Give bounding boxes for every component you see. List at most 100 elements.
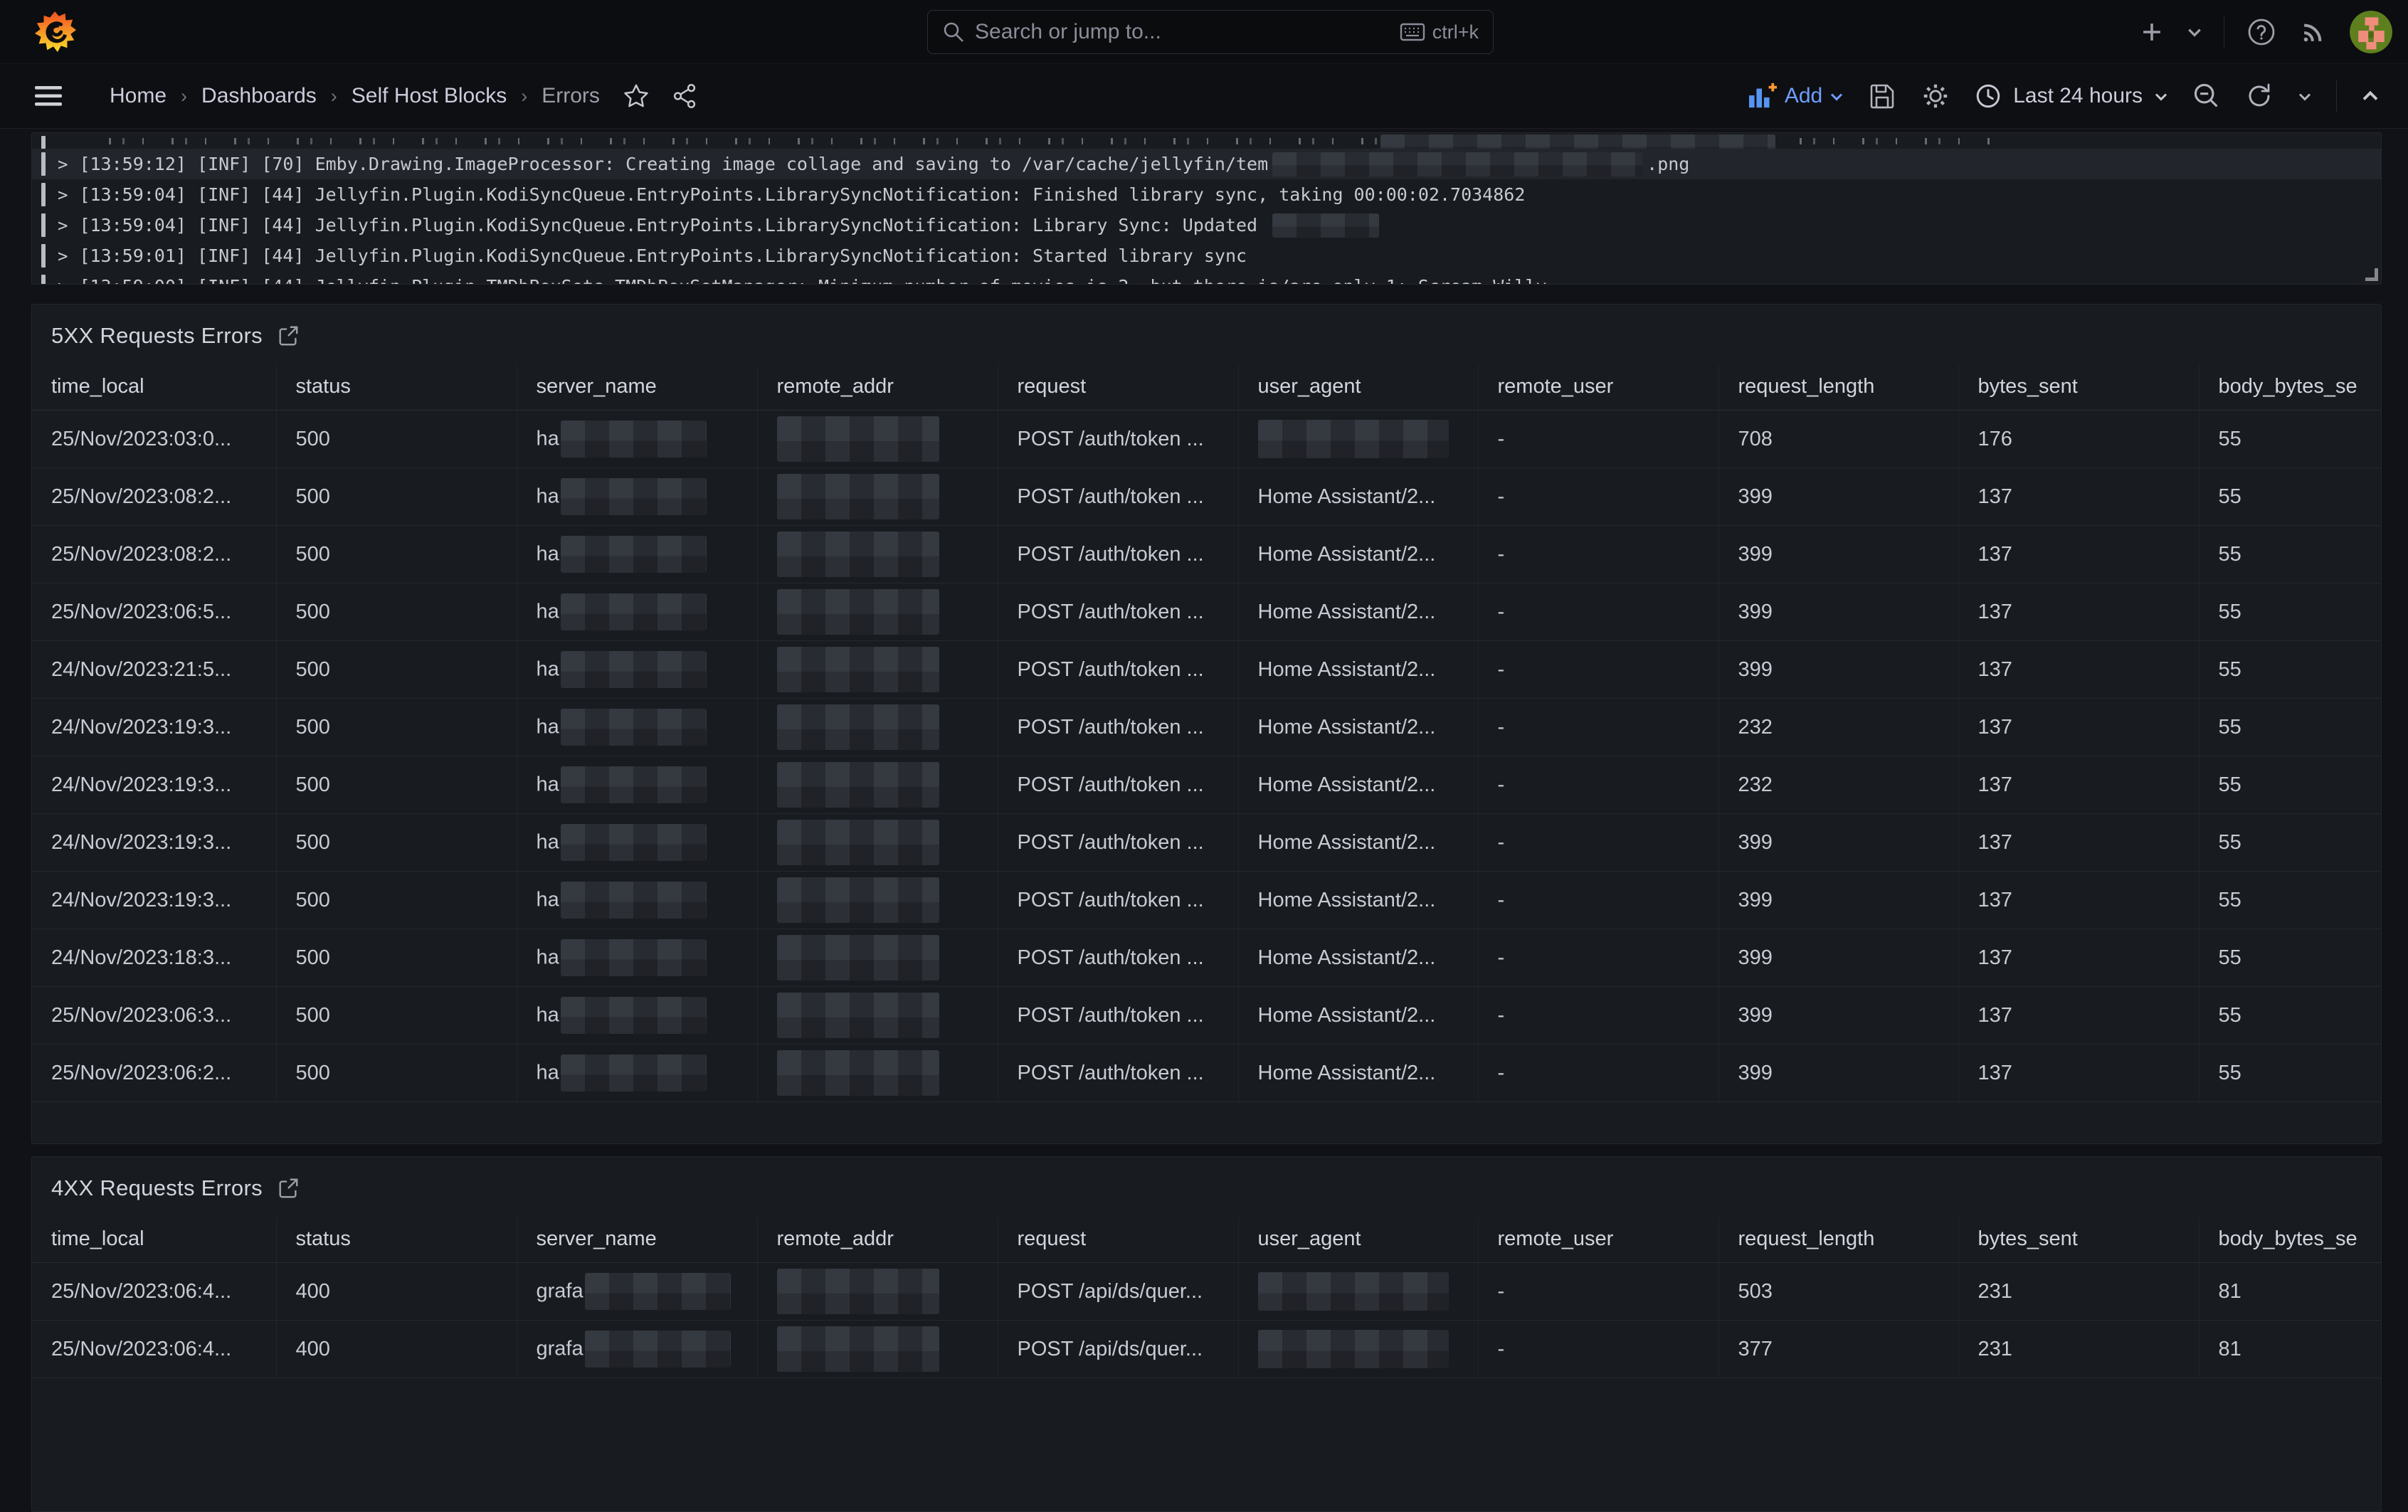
column-header-server_name[interactable]: server_name [517,1217,757,1262]
table-cell: 55 [2199,410,2381,467]
log-row[interactable] [32,133,2381,149]
log-row[interactable]: >[13:59:12] [INF] [70] Emby.Drawing.Imag… [32,149,2381,179]
cell-text: - [1498,1061,1505,1084]
refresh-interval-dropdown[interactable] [2298,91,2312,102]
column-header-request_length[interactable]: request_length [1718,1217,1958,1262]
column-header-time_local[interactable]: time_local [32,1217,276,1262]
column-header-remote_user[interactable]: remote_user [1478,1217,1718,1262]
menu-hamburger-button[interactable] [34,84,63,108]
column-header-time_local[interactable]: time_local [32,364,276,410]
table-cell: 500 [276,871,517,929]
column-header-request[interactable]: request [998,364,1238,410]
panel-resize-handle[interactable] [2365,268,2378,281]
panel-title[interactable]: 5XX Requests Errors [51,323,263,349]
column-header-bytes_sent[interactable]: bytes_sent [1958,364,2199,410]
column-header-remote_addr[interactable]: remote_addr [757,1217,998,1262]
column-header-user_agent[interactable]: user_agent [1238,364,1478,410]
save-dashboard-button[interactable] [1868,82,1896,110]
cell-text: 231 [1978,1279,2012,1302]
column-header-remote_addr[interactable]: remote_addr [757,364,998,410]
table-cell: 55 [2199,871,2381,929]
breadcrumb-self-host-blocks[interactable]: Self Host Blocks [352,84,507,108]
breadcrumb-home[interactable]: Home [110,84,167,108]
cell-text: - [1498,888,1505,911]
cell-text: POST /auth/token ... [1018,1061,1204,1084]
column-header-status[interactable]: status [276,364,517,410]
table-cell: Home Assistant/2... [1238,525,1478,583]
share-button[interactable] [671,83,698,110]
column-header-body_bytes_se[interactable]: body_bytes_se [2199,1217,2381,1262]
add-button-label: Add [1785,84,1822,108]
cell-text: ha [537,1061,559,1084]
cell-text: 137 [1978,888,2012,911]
dashboard-settings-button[interactable] [1921,81,1950,111]
help-button[interactable] [2246,16,2277,48]
time-range-picker[interactable]: Last 24 hours [1975,83,2168,110]
refresh-button[interactable] [2245,82,2274,110]
expand-log-chevron-icon[interactable]: > [58,246,68,266]
breadcrumb-dashboards[interactable]: Dashboards [201,84,317,108]
cell-text: POST /api/ds/quer... [1018,1337,1203,1360]
search-input[interactable] [975,20,1390,44]
news-rss-button[interactable] [2298,17,2328,47]
cell-text: POST /auth/token ... [1018,657,1204,680]
table-cell: - [1478,698,1718,756]
column-header-server_name[interactable]: server_name [517,364,757,410]
expand-log-chevron-icon[interactable]: > [58,154,68,174]
grafana-logo[interactable] [33,10,77,54]
table-cell: 24/Nov/2023:18:3... [32,929,276,986]
expand-log-chevron-icon[interactable]: > [58,185,68,205]
column-header-user_agent[interactable]: user_agent [1238,1217,1478,1262]
log-row[interactable]: >[13:59:00] [INF] [44] Jellyfin.Plugin.T… [32,271,2381,285]
user-avatar[interactable] [2350,11,2392,53]
cell-text: ha [537,657,559,680]
table-cell: POST /auth/token ... [998,1044,1238,1101]
external-link-icon[interactable] [277,1177,300,1200]
cell-text: 232 [1738,773,1773,795]
redacted-cell [777,647,939,692]
column-header-bytes_sent[interactable]: bytes_sent [1958,1217,2199,1262]
new-button[interactable] [2138,18,2165,46]
log-row[interactable]: >[13:59:04] [INF] [44] Jellyfin.Plugin.K… [32,210,2381,240]
column-header-body_bytes_se[interactable]: body_bytes_se [2199,364,2381,410]
redacted-cell [777,820,939,865]
table-cell [757,1262,998,1320]
table-cell: 399 [1718,1044,1958,1101]
cell-text: Home Assistant/2... [1258,946,1436,968]
table-row: 25/Nov/2023:06:5...500haPOST /auth/token… [32,583,2381,640]
column-header-remote_user[interactable]: remote_user [1478,364,1718,410]
expand-log-chevron-icon[interactable]: > [58,216,68,236]
favorite-star-button[interactable] [623,83,650,110]
panel-title[interactable]: 4XX Requests Errors [51,1175,263,1201]
add-button[interactable]: Add [1748,82,1844,110]
cell-text: 500 [296,1003,330,1026]
cell-text: 25/Nov/2023:03:0... [51,427,231,450]
table-cell: - [1478,1044,1718,1101]
redacted-cell [777,474,939,519]
cell-text: 137 [1978,715,2012,738]
log-row[interactable]: >[13:59:04] [INF] [44] Jellyfin.Plugin.K… [32,179,2381,210]
cell-text: 500 [296,1061,330,1084]
table-cell: 500 [276,929,517,986]
breadcrumb-separator: › [521,85,527,107]
cell-text: 500 [296,485,330,507]
table-cell: 24/Nov/2023:19:3... [32,813,276,871]
cell-text: POST /auth/token ... [1018,830,1204,853]
log-row[interactable]: >[13:59:01] [INF] [44] Jellyfin.Plugin.K… [32,240,2381,271]
log-level-bar [41,152,46,176]
collapse-toolbar-button[interactable] [2361,90,2380,102]
cell-text: 137 [1978,542,2012,565]
table-cell: ha [517,410,757,467]
table-row: 24/Nov/2023:19:3...500haPOST /auth/token… [32,698,2381,756]
new-chevron-down-icon[interactable] [2187,26,2202,38]
column-header-request_length[interactable]: request_length [1718,364,1958,410]
zoom-out-time-button[interactable] [2192,82,2221,110]
cell-text: 25/Nov/2023:06:4... [51,1279,231,1302]
column-header-status[interactable]: status [276,1217,517,1262]
expand-log-chevron-icon[interactable]: > [58,277,68,285]
table-cell: POST /auth/token ... [998,698,1238,756]
external-link-icon[interactable] [277,324,300,347]
column-header-request[interactable]: request [998,1217,1238,1262]
table-cell: ha [517,525,757,583]
cell-text: Home Assistant/2... [1258,657,1436,680]
